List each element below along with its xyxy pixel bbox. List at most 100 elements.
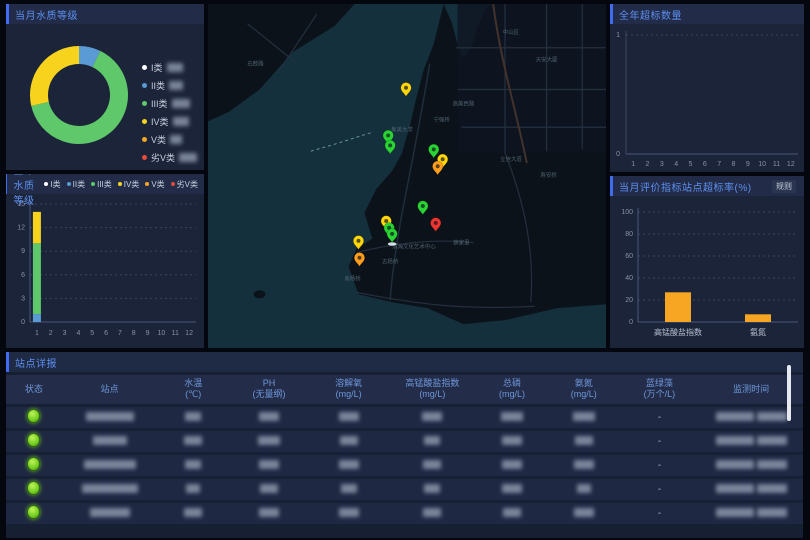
redacted-value: [186, 484, 200, 493]
cell-permanganate: [389, 455, 477, 476]
map-place-label: 滨海文化艺术中心: [392, 243, 436, 251]
marker-pin-hole: [384, 219, 388, 223]
map-place-label: 古杨桥: [382, 257, 399, 265]
cell-algae: -: [620, 479, 700, 500]
svg-text:10: 10: [158, 330, 166, 337]
legend-item[interactable]: 劣V类: [142, 151, 197, 164]
cell-algae: -: [620, 455, 700, 476]
legend-dot: [142, 137, 147, 142]
svg-text:0: 0: [629, 319, 633, 326]
cell-status: [6, 407, 62, 428]
redacted-value: [339, 508, 359, 517]
svg-text:3: 3: [63, 330, 67, 337]
legend-item[interactable]: IV类: [118, 179, 140, 190]
table-row[interactable]: -: [6, 479, 803, 500]
legend-item[interactable]: I类: [44, 179, 60, 190]
cell-monitor-time: [699, 431, 803, 452]
map-place-label: 宁强桥: [434, 115, 451, 123]
redacted-value: [167, 63, 183, 72]
legend-item[interactable]: II类: [67, 179, 85, 190]
cell-dissolved-oxygen: [309, 479, 389, 500]
svg-text:1: 1: [35, 330, 39, 337]
table-row[interactable]: -: [6, 455, 803, 476]
legend-item[interactable]: I类: [142, 61, 197, 74]
map-place-label: 天安大厦: [536, 56, 558, 64]
redacted-value: [170, 135, 182, 144]
redacted-value: [173, 117, 189, 126]
exceed-rate-bar-chart: 020406080100高锰酸盐指数氨氮: [610, 196, 804, 346]
svg-text:60: 60: [625, 253, 633, 260]
status-indicator: [27, 505, 40, 519]
redacted-value: [716, 436, 754, 445]
legend-dot: [142, 83, 147, 88]
legend-item[interactable]: II类: [142, 79, 197, 92]
panel-title: 全年超标数量: [619, 7, 682, 22]
legend-dot: [44, 182, 48, 186]
panel-annual-grade: 全年水质等级 I类II类III类IV类V类劣V类 036912151234567…: [6, 174, 204, 348]
legend-item[interactable]: III类: [142, 97, 197, 110]
cell-total-phosphorus: [476, 431, 548, 452]
svg-text:9: 9: [21, 248, 25, 255]
stacked-bar-IV类[interactable]: [33, 212, 41, 243]
cell-station: [62, 479, 158, 500]
panel-exceed-rate-header: 当月评价指标站点超标率(%) 规则: [610, 176, 804, 196]
stacked-bar-III类[interactable]: [33, 243, 41, 314]
legend-label: II类: [151, 79, 165, 92]
table-row[interactable]: -: [6, 431, 803, 452]
redacted-value: [716, 508, 754, 517]
legend-item[interactable]: III类: [91, 179, 112, 190]
svg-text:11: 11: [172, 330, 179, 337]
donut-legend: I类 II类 III类 IV类 V类劣V类: [142, 56, 197, 169]
redacted-value: [339, 412, 359, 421]
map-place-label: 高美西路: [453, 99, 475, 107]
marker-pin-hole: [421, 204, 425, 208]
status-indicator: [27, 409, 40, 423]
marker-pin-hole: [404, 86, 408, 90]
marker-pin-hole: [357, 256, 361, 260]
legend-item[interactable]: IV类: [142, 115, 197, 128]
redacted-value: [90, 508, 130, 517]
rate-bar-高锰酸盐指数[interactable]: [665, 292, 691, 322]
cell-permanganate: [389, 479, 477, 500]
svg-text:100: 100: [621, 209, 633, 216]
cell-monitor-time: [699, 479, 803, 500]
legend-item[interactable]: 劣V类: [171, 179, 198, 190]
redacted-value: [423, 508, 441, 517]
map-marker[interactable]: [387, 229, 397, 246]
redacted-value: [757, 436, 787, 445]
column-header-溶解氧: 溶解氧(mg/L): [309, 375, 389, 404]
panel-title: 当月评价指标站点超标率(%): [619, 179, 752, 194]
table-row[interactable]: -: [6, 503, 803, 524]
table-scrollbar[interactable]: [787, 365, 791, 421]
cell-ph: [229, 431, 309, 452]
redacted-value: [501, 412, 523, 421]
rules-button[interactable]: 规则: [772, 180, 796, 193]
header-accent-bar: [6, 4, 9, 24]
cell-ph: [229, 479, 309, 500]
redacted-value: [574, 508, 594, 517]
map-canvas[interactable]: 石鼓路集美大学高美西路宁强桥中山区天安大厦立信大道寿安桥滨海文化艺术中心薛家里古…: [208, 4, 606, 348]
legend-dot: [142, 119, 147, 124]
legend-dot: [118, 182, 122, 186]
column-header-总磷: 总磷(mg/L): [476, 375, 548, 404]
svg-text:2: 2: [49, 330, 53, 337]
cell-water-temp: [157, 503, 229, 524]
svg-text:9: 9: [146, 330, 150, 337]
svg-text:7: 7: [717, 161, 721, 168]
legend-item[interactable]: V类: [145, 179, 164, 190]
redacted-value: [575, 436, 593, 445]
legend-item[interactable]: V类: [142, 133, 197, 146]
cell-monitor-time: [699, 503, 803, 524]
rate-bar-氨氮[interactable]: [745, 314, 771, 322]
table-row[interactable]: -: [6, 407, 803, 428]
svg-text:12: 12: [185, 330, 193, 337]
svg-text:40: 40: [625, 275, 633, 282]
stacked-bar-II类[interactable]: [33, 314, 41, 322]
status-indicator: [27, 457, 40, 471]
redacted-value: [502, 460, 522, 469]
column-header-站点: 站点: [62, 375, 158, 404]
map-panel: 石鼓路集美大学高美西路宁强桥中山区天安大厦立信大道寿安桥滨海文化艺术中心薛家里古…: [208, 4, 606, 348]
map-urban-area: [457, 4, 606, 153]
panel-title: 当月水质等级: [15, 7, 78, 22]
redacted-value: [259, 460, 279, 469]
